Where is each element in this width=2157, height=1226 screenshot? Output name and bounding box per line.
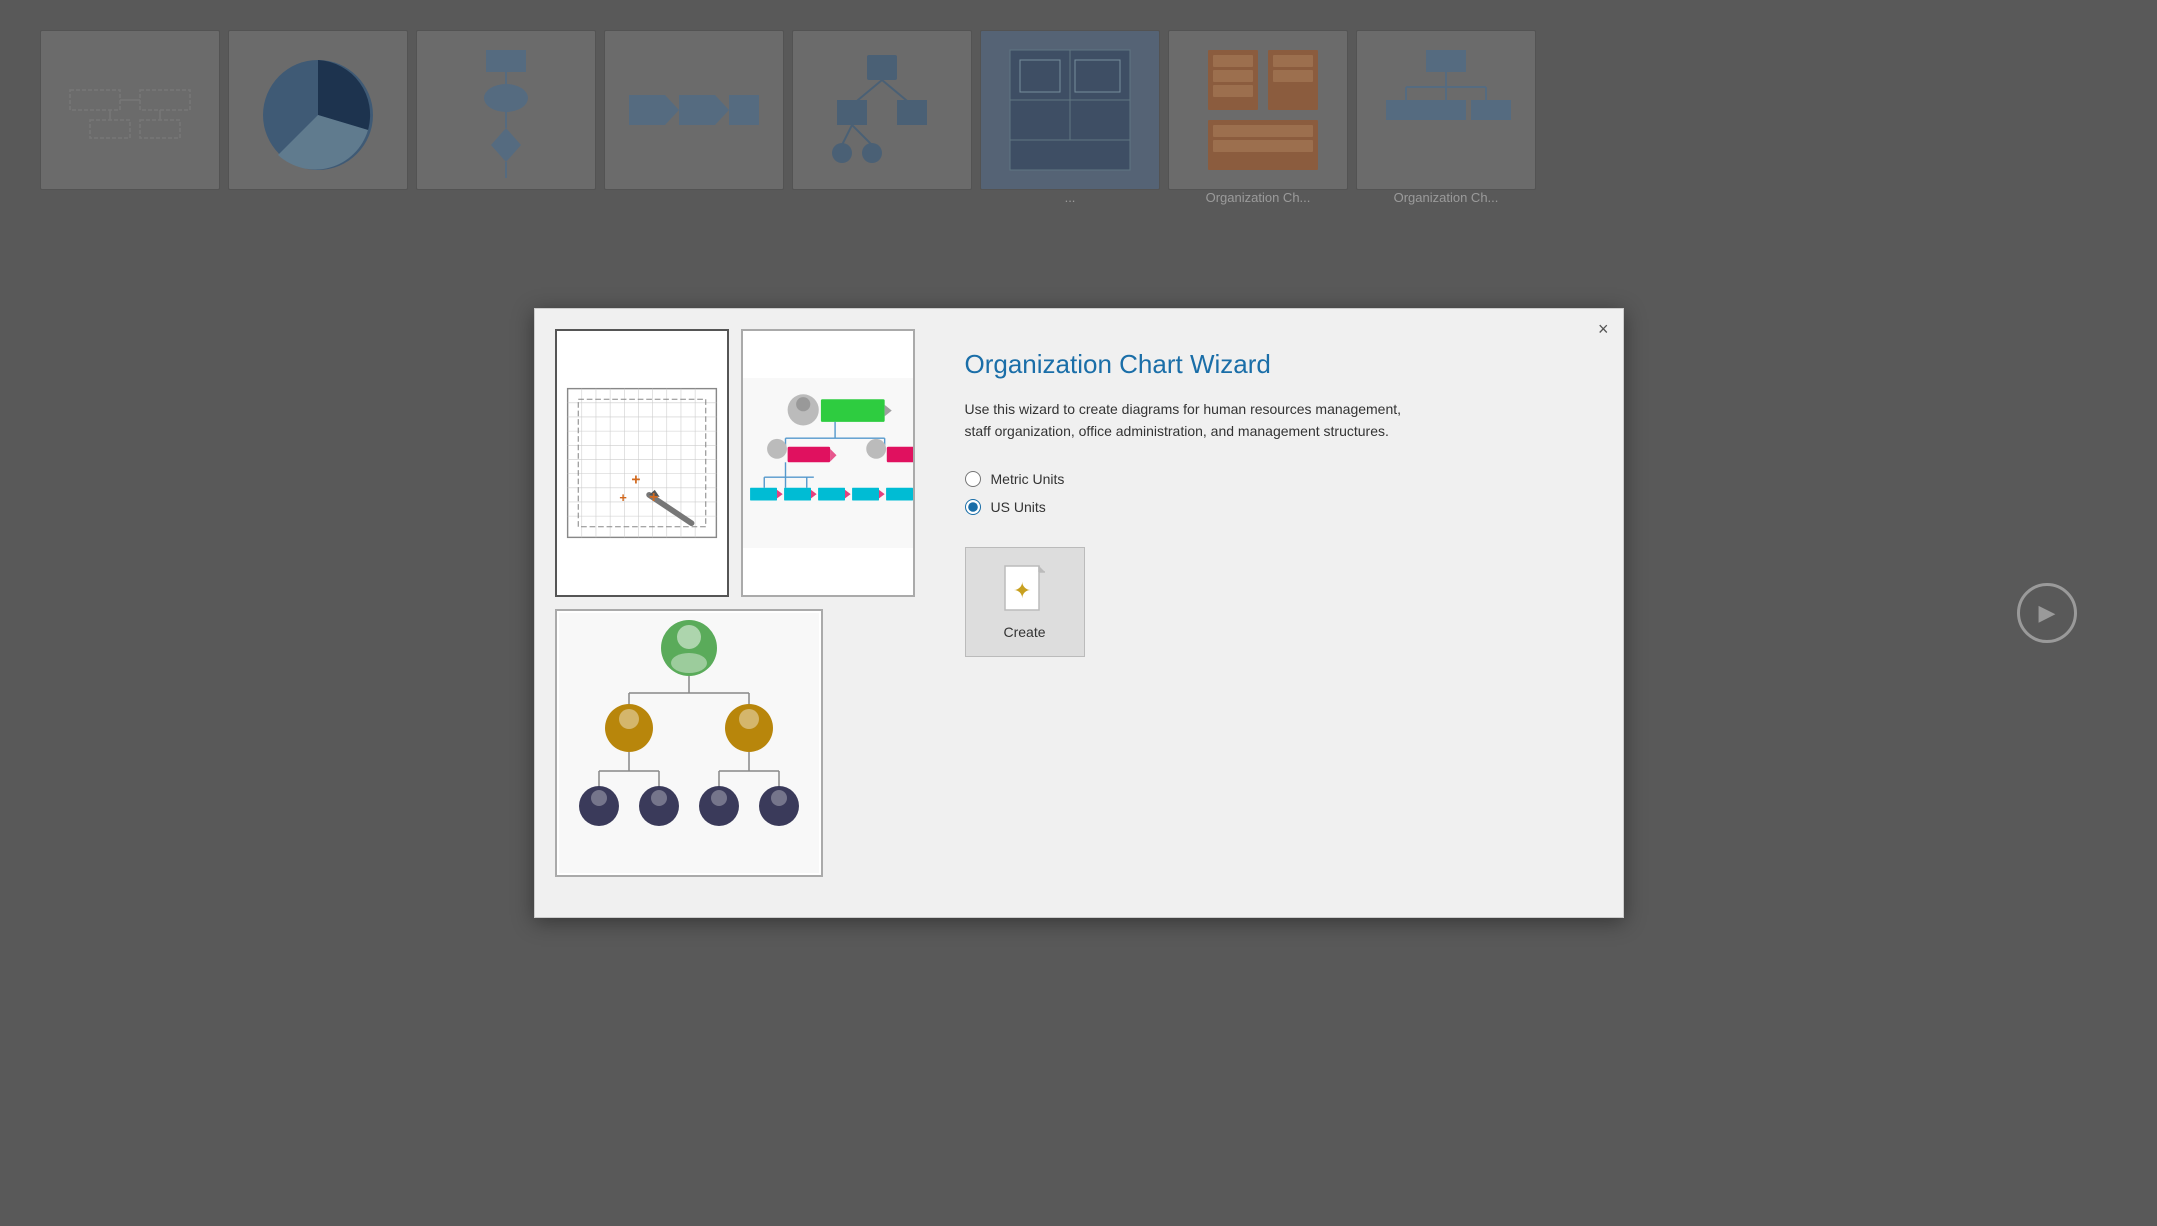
template-thumb-blank[interactable]: + + +: [555, 329, 729, 597]
wizard-title: Organization Chart Wizard: [965, 349, 1573, 380]
us-units-label: US Units: [991, 499, 1046, 515]
template-thumb-avatar-org[interactable]: [555, 609, 823, 877]
left-panel: + + +: [555, 329, 915, 897]
metric-units-option[interactable]: Metric Units: [965, 471, 1573, 487]
create-doc-icon: ✦: [1003, 564, 1047, 616]
create-button-label: Create: [1003, 624, 1045, 640]
wizard-description: Use this wizard to create diagrams for h…: [965, 398, 1405, 443]
modal-dialog: ×: [534, 308, 1624, 918]
modal-body: + + +: [535, 309, 1623, 917]
svg-text:+: +: [619, 490, 626, 505]
units-radio-group: Metric Units US Units: [965, 471, 1573, 515]
right-panel: Organization Chart Wizard Use this wizar…: [935, 329, 1603, 897]
us-units-option[interactable]: US Units: [965, 499, 1573, 515]
svg-text:+: +: [631, 471, 640, 488]
modal-close-button[interactable]: ×: [1598, 319, 1609, 340]
top-thumbs-row: + + +: [555, 329, 915, 597]
svg-text:+: +: [649, 489, 658, 506]
template-thumb-colored-org[interactable]: [741, 329, 915, 597]
svg-text:✦: ✦: [1013, 578, 1031, 603]
us-units-radio[interactable]: [965, 499, 981, 515]
metric-units-radio[interactable]: [965, 471, 981, 487]
create-button[interactable]: ✦ Create: [965, 547, 1085, 657]
metric-units-label: Metric Units: [991, 471, 1065, 487]
